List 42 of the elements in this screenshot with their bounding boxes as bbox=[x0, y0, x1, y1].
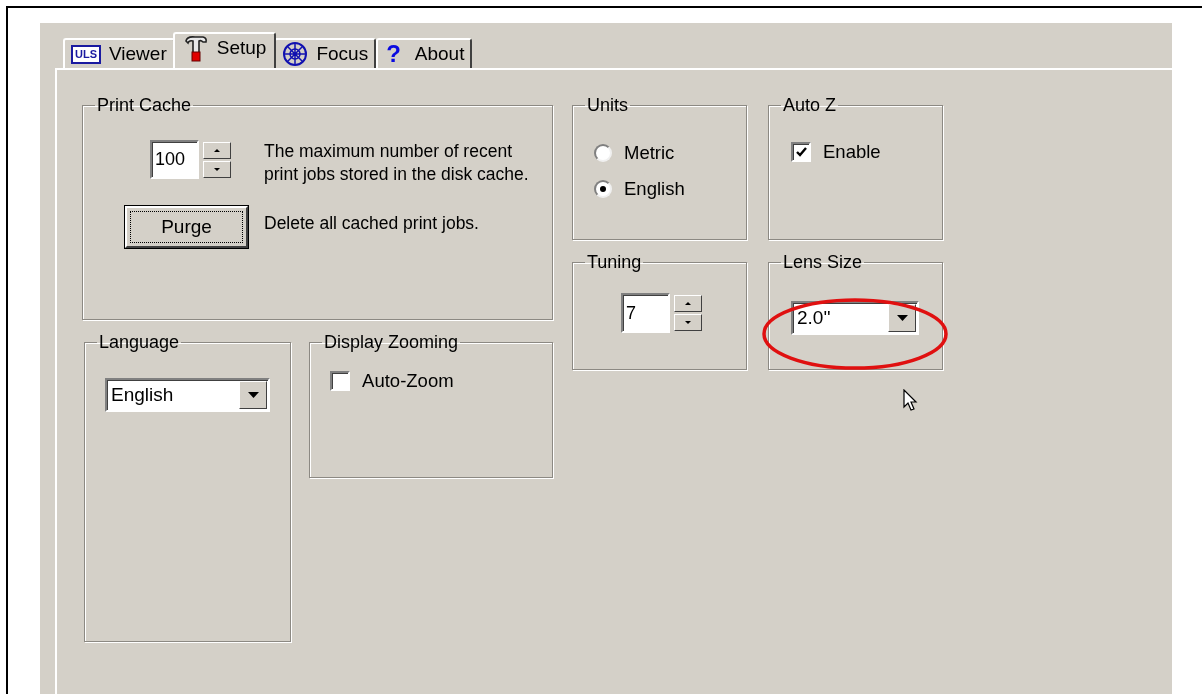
checkbox-label: Enable bbox=[823, 141, 881, 163]
tab[interactable]: Focus bbox=[274, 38, 377, 68]
purge-button[interactable]: Purge bbox=[125, 206, 248, 248]
tab[interactable]: Setup bbox=[172, 32, 277, 68]
hammer-icon bbox=[182, 34, 209, 62]
dropdown-arrow-icon bbox=[247, 392, 259, 398]
group-label: Language bbox=[98, 332, 181, 353]
radio-button[interactable] bbox=[594, 144, 612, 162]
group-label: Tuning bbox=[586, 252, 643, 273]
dropdown-arrow-icon bbox=[896, 315, 908, 321]
down-arrow-icon bbox=[685, 321, 691, 324]
radio-button[interactable] bbox=[594, 180, 612, 198]
group-label: Lens Size bbox=[782, 252, 864, 273]
number-field[interactable]: 7 bbox=[621, 293, 670, 333]
up-arrow-icon bbox=[214, 148, 220, 152]
radio-label: English bbox=[624, 178, 685, 200]
wheel-icon bbox=[282, 41, 309, 67]
dropdown[interactable]: 2.0'' bbox=[791, 301, 919, 335]
tab[interactable]: ? About bbox=[376, 38, 473, 68]
group-label: Display Zooming bbox=[323, 332, 460, 353]
spin-down-button[interactable] bbox=[203, 160, 231, 178]
radio-label: Metric bbox=[624, 142, 675, 164]
description-text: Delete all cached print jobs. bbox=[264, 211, 480, 235]
help-icon: ? bbox=[384, 42, 407, 66]
number-field[interactable]: 100 bbox=[150, 140, 199, 179]
checkbox[interactable] bbox=[791, 142, 811, 162]
spin-down-button[interactable] bbox=[674, 314, 702, 331]
dropdown[interactable]: English bbox=[105, 378, 270, 412]
group-label: Print Cache bbox=[96, 95, 193, 116]
logo-icon: ULS bbox=[71, 44, 101, 64]
down-arrow-icon bbox=[214, 167, 220, 171]
spin-up-button[interactable] bbox=[674, 295, 702, 312]
checkbox[interactable] bbox=[330, 371, 351, 391]
tab[interactable]: ULS Viewer bbox=[63, 38, 175, 68]
spin-up-button[interactable] bbox=[203, 141, 231, 159]
description-text: The maximum number of recent print jobs stored in the disk cache. bbox=[264, 140, 530, 186]
group-label: Auto Z bbox=[782, 95, 838, 116]
group-label: Units bbox=[586, 95, 629, 116]
up-arrow-icon bbox=[685, 302, 691, 305]
checkbox-label: Auto-Zoom bbox=[362, 370, 454, 392]
check-icon bbox=[794, 146, 808, 158]
mouse-cursor-icon bbox=[903, 389, 918, 412]
